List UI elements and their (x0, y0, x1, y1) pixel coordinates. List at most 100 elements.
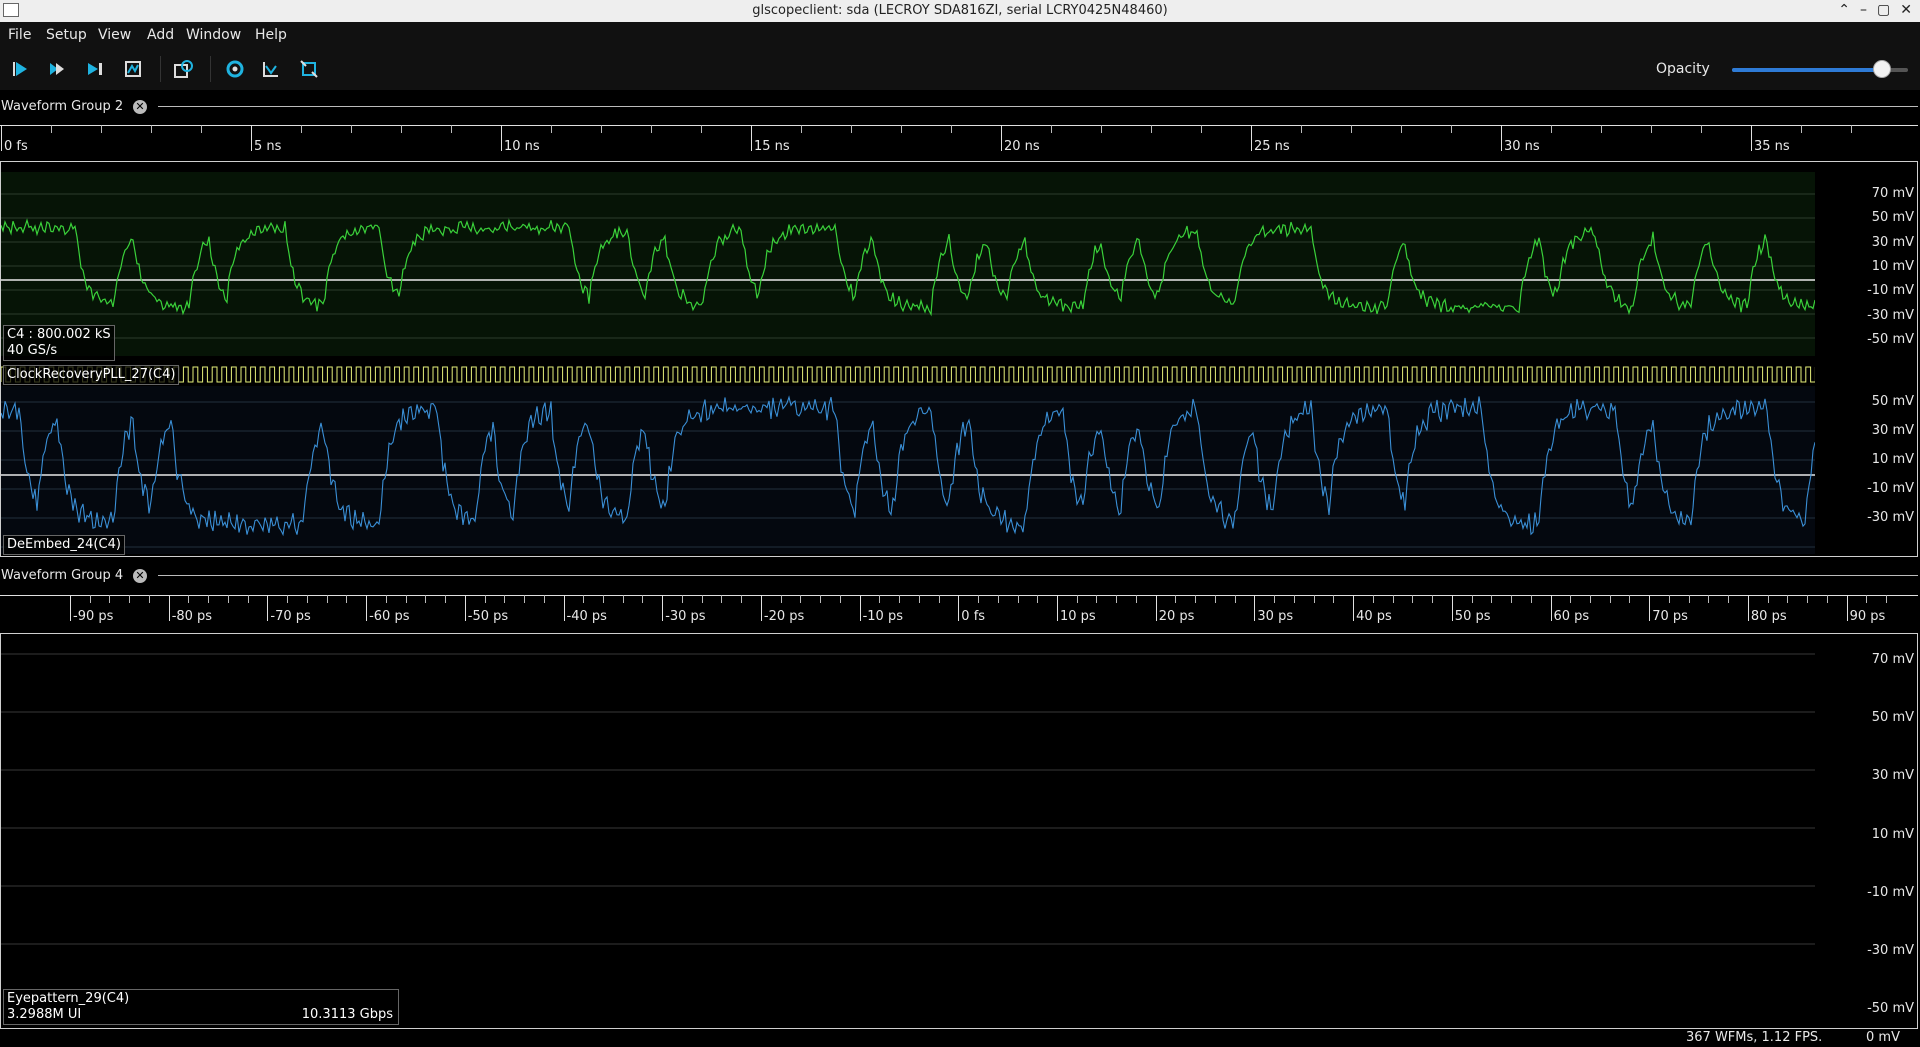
status-cursor-value: 0 mV (1866, 1030, 1900, 1045)
menu-window[interactable]: Window (186, 27, 241, 43)
clear-sweeps-icon[interactable] (260, 58, 282, 80)
fullscreen-icon[interactable] (298, 58, 320, 80)
time-minor-tick (346, 595, 348, 603)
menu-help[interactable]: Help (255, 27, 287, 43)
time-minor-tick (425, 595, 427, 603)
time-tick-label: 25 ns (1254, 139, 1290, 154)
time-minor-tick (484, 595, 486, 603)
opacity-slider[interactable] (1732, 60, 1908, 78)
force-trigger-icon[interactable] (84, 58, 106, 80)
clock-recovery-label[interactable]: ClockRecoveryPLL_27(C4) (3, 365, 180, 385)
eye-pattern-label[interactable]: Eyepattern_29(C4) 3.2988M UI 10.3113 Gbp… (3, 989, 399, 1025)
window-titlebar: glscopeclient: sda (LECROY SDA816ZI, ser… (0, 0, 1920, 23)
close-group-2-icon[interactable]: ✕ (133, 100, 147, 114)
collapse-icon[interactable]: ⌃ (1838, 2, 1850, 18)
time-minor-tick (1313, 595, 1315, 603)
voltage-tick-label: 10 mV (1871, 826, 1914, 842)
time-minor-tick (1826, 595, 1828, 603)
time-minor-tick (1151, 125, 1152, 133)
deembed-channel-label[interactable]: DeEmbed_24(C4) (3, 535, 125, 555)
minimize-icon[interactable]: – (1860, 2, 1867, 18)
deembed-waveform-plot[interactable] (1, 386, 1815, 554)
voltage-tick-label: -10 mV (1867, 481, 1914, 496)
close-group-4-icon[interactable]: ✕ (133, 569, 147, 583)
time-minor-tick (583, 595, 585, 603)
time-minor-tick (1017, 595, 1019, 603)
start-trigger-icon[interactable] (10, 58, 32, 80)
voltage-tick-label: 70 mV (1871, 652, 1914, 667)
time-tick (751, 125, 752, 151)
group-2-time-axis[interactable]: 0 fs 5 ns 10 ns 15 ns 20 ns 25 ns 30 ns 35 ns (0, 125, 1918, 161)
eye-pattern-name: Eyepattern_29(C4) (7, 991, 130, 1006)
time-minor-tick (101, 125, 102, 133)
refresh-settings-icon[interactable] (224, 58, 246, 80)
time-tick (1353, 595, 1355, 621)
voltage-tick-label: 30 mV (1871, 768, 1914, 784)
time-minor-tick (918, 595, 920, 603)
menu-file[interactable]: File (8, 27, 31, 43)
history-icon[interactable] (172, 58, 194, 80)
eye-plot-background (1, 640, 1815, 996)
time-minor-tick (51, 125, 52, 133)
time-minor-tick (1293, 595, 1295, 603)
time-minor-tick (951, 125, 952, 133)
time-tick-label: 70 ps (1652, 609, 1688, 624)
window-title: glscopeclient: sda (LECROY SDA816ZI, ser… (752, 3, 1168, 18)
time-minor-tick (1668, 595, 1670, 603)
time-tick (267, 595, 269, 621)
toolbar: Opacity (0, 48, 1920, 90)
eye-pattern-plot[interactable] (1, 640, 1815, 996)
time-minor-tick (1601, 125, 1602, 133)
clock-recovery-plot[interactable] (1, 364, 1815, 386)
single-trigger-icon[interactable] (46, 58, 68, 80)
time-tick (251, 125, 252, 151)
c4-waveform-plot[interactable] (1, 172, 1815, 356)
menu-add[interactable]: Add (147, 27, 174, 43)
group-2-title: Waveform Group 2 (1, 99, 124, 114)
time-minor-tick (1801, 125, 1802, 133)
time-minor-tick (1201, 125, 1202, 133)
opacity-slider-fill (1732, 68, 1882, 72)
time-minor-tick (89, 595, 91, 603)
time-tick (1846, 595, 1848, 621)
time-tick-label: -40 ps (566, 609, 607, 624)
opacity-slider-thumb[interactable] (1872, 60, 1891, 78)
voltage-tick-label: -50 mV (1867, 1001, 1914, 1017)
menu-setup[interactable]: Setup (46, 27, 87, 43)
time-minor-tick (1096, 595, 1098, 603)
time-minor-tick (642, 595, 644, 603)
time-minor-tick (326, 595, 328, 603)
time-minor-tick (1491, 595, 1493, 603)
time-tick-label: 0 fs (961, 609, 986, 624)
stop-trigger-icon[interactable] (122, 58, 144, 80)
c4-plot-background (1, 172, 1815, 356)
maximize-icon[interactable]: ▢ (1877, 2, 1890, 18)
time-tick (760, 595, 762, 621)
time-minor-tick (1451, 125, 1452, 133)
deembed-plot-background (1, 386, 1815, 554)
c4-channel-label[interactable]: C4 : 800.002 kS 40 GS/s (3, 325, 115, 361)
group-4-time-axis[interactable]: -90 ps -80 ps -70 ps -60 ps -50 ps -40 ps -30 … (0, 595, 1918, 631)
time-minor-tick (1609, 595, 1611, 603)
time-minor-tick (800, 595, 802, 603)
time-minor-tick (301, 125, 302, 133)
time-minor-tick (1076, 595, 1078, 603)
time-tick (1, 125, 2, 151)
time-minor-tick (901, 125, 902, 133)
voltage-tick-label: 50 mV (1871, 210, 1914, 226)
time-tick (1001, 125, 1002, 151)
time-minor-tick (201, 125, 202, 133)
time-minor-tick (188, 595, 190, 603)
time-minor-tick (701, 595, 703, 603)
time-tick-label: 0 fs (4, 139, 28, 154)
c4-sample-count: C4 : 800.002 kS (7, 327, 111, 342)
menu-view[interactable]: View (98, 27, 131, 43)
time-minor-tick (1728, 595, 1730, 603)
time-tick-label: -10 ps (862, 609, 903, 624)
time-tick-label: 60 ps (1553, 609, 1590, 624)
voltage-tick-label: -10 mV (1867, 884, 1914, 900)
time-minor-tick (879, 595, 881, 603)
time-minor-tick (1037, 595, 1039, 603)
close-icon[interactable]: ✕ (1900, 2, 1912, 18)
time-tick-label: 50 ps (1454, 609, 1491, 624)
